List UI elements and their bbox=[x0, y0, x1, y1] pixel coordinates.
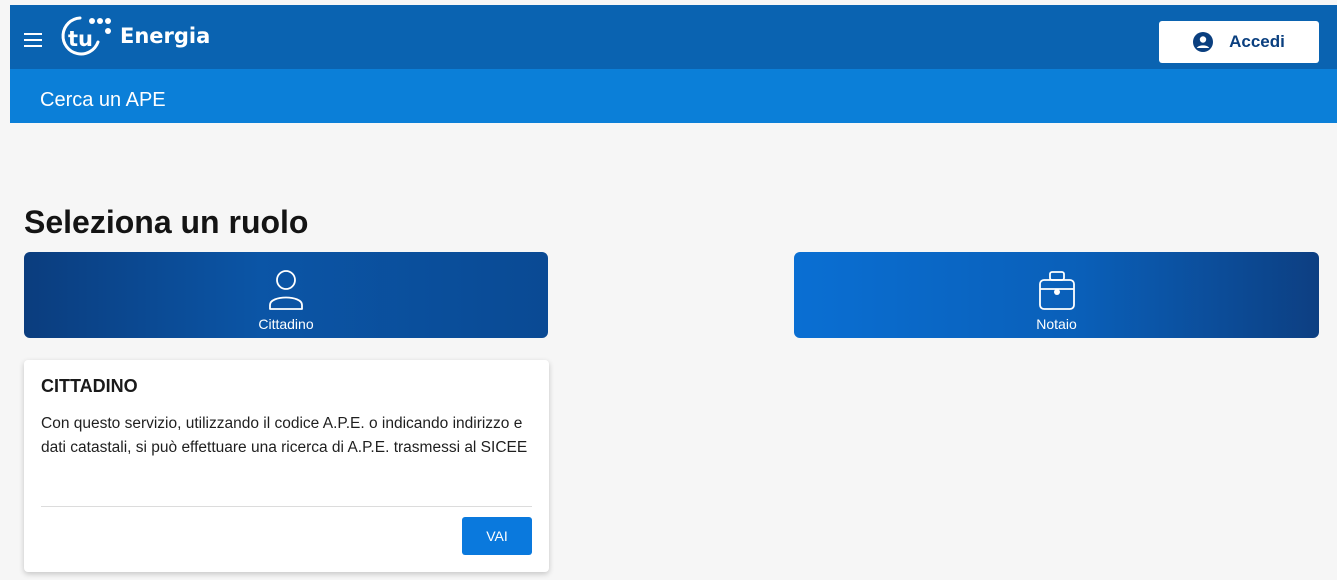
user-circle-icon bbox=[1193, 32, 1214, 52]
brand-name: Energia bbox=[120, 24, 211, 48]
page-title: Seleziona un ruolo bbox=[24, 204, 309, 240]
top-app-bar: tu Energia Accedi bbox=[10, 5, 1337, 69]
divider bbox=[41, 506, 532, 507]
login-label: Accedi bbox=[1229, 32, 1285, 51]
info-card-description: Con questo servizio, utilizzando il codi… bbox=[41, 415, 528, 456]
role-card-cittadino[interactable]: Cittadino bbox=[24, 252, 548, 338]
info-card-title: CITTADINO bbox=[41, 376, 138, 396]
person-icon bbox=[269, 270, 303, 310]
hamburger-menu-icon[interactable] bbox=[24, 33, 42, 47]
tu-logo-mark-icon: tu bbox=[61, 16, 111, 56]
role-label-notaio: Notaio bbox=[1036, 316, 1077, 332]
role-label-cittadino: Cittadino bbox=[258, 316, 314, 332]
briefcase-icon bbox=[1038, 271, 1075, 310]
brand-mark-text: tu bbox=[68, 27, 93, 51]
role-card-notaio[interactable]: Notaio bbox=[794, 252, 1319, 338]
role-info-card: CITTADINO Con questo servizio, utilizzan… bbox=[24, 360, 549, 572]
brand-logo[interactable]: tu Energia bbox=[58, 11, 210, 61]
go-button[interactable]: VAI bbox=[462, 517, 532, 555]
page-section-title: Cerca un APE bbox=[40, 89, 166, 111]
sub-header: Cerca un APE bbox=[10, 69, 1337, 123]
login-button[interactable]: Accedi bbox=[1159, 21, 1319, 63]
